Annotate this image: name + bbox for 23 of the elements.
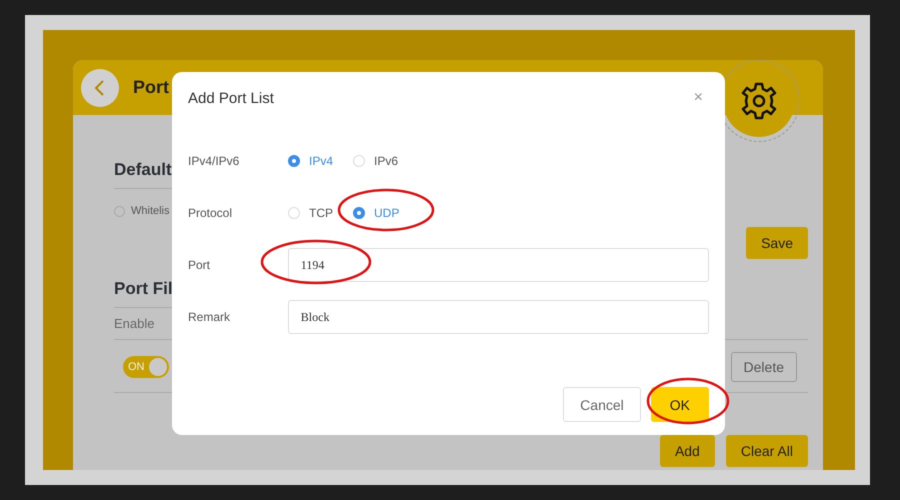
radio-button[interactable] bbox=[114, 206, 125, 216]
save-button[interactable]: Save bbox=[746, 227, 808, 259]
input-field[interactable]: 1194 bbox=[288, 248, 709, 282]
radio-option[interactable]: IPv6 bbox=[353, 154, 398, 168]
field-label: IPv4/IPv6 bbox=[188, 154, 240, 168]
radio-option[interactable]: UDP bbox=[353, 206, 400, 220]
radio-label: Whitelis bbox=[131, 205, 170, 217]
radio-option[interactable]: IPv4 bbox=[288, 154, 334, 168]
page-title: Port bbox=[133, 77, 169, 98]
radio-option[interactable]: TCP bbox=[288, 206, 333, 220]
delete-button[interactable]: Delete bbox=[730, 352, 797, 382]
ok-button[interactable]: OK bbox=[650, 387, 709, 422]
enable-label: Enable bbox=[114, 316, 154, 331]
back-button[interactable] bbox=[81, 68, 119, 106]
field-label: Protocol bbox=[188, 206, 234, 220]
cancel-button[interactable]: Cancel bbox=[563, 387, 641, 422]
field-label: Remark bbox=[188, 310, 232, 324]
field-label: Port bbox=[188, 258, 212, 272]
add-button[interactable]: Add bbox=[660, 435, 715, 467]
dialog-title: Add Port List bbox=[188, 90, 274, 106]
clear-all-button[interactable]: Clear All bbox=[726, 435, 808, 467]
gear-icon bbox=[739, 81, 779, 121]
input-field[interactable]: Block bbox=[288, 300, 709, 334]
